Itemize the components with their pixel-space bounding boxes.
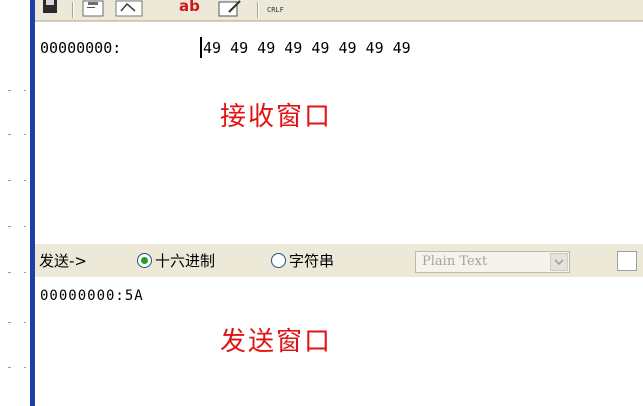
toolbar-separator [258, 2, 259, 18]
margin-mark [8, 134, 11, 135]
radio-selected-dot [141, 257, 148, 264]
margin-mark [8, 272, 11, 273]
format-select-value: Plain Text [422, 254, 488, 269]
margin-mark [24, 367, 26, 368]
send-window[interactable]: 00000000:5A 发送窗口 [35, 277, 643, 406]
margin-mark [24, 180, 26, 181]
chevron-down-icon [554, 259, 564, 266]
receive-bytes: 49 49 49 49 49 49 49 49 [203, 39, 411, 57]
format-select[interactable]: Plain Text [415, 251, 570, 273]
hex-radio[interactable] [137, 253, 152, 268]
toolbar-separator [73, 2, 74, 18]
margin-mark [8, 226, 11, 227]
send-options-bar: 发送-> 十六进制 字符串 Plain Text [35, 243, 643, 279]
ab-label: ab [179, 0, 200, 15]
send-label: 发送-> [39, 252, 87, 270]
save-icon[interactable] [41, 0, 59, 17]
font-color-icon[interactable]: ab [153, 0, 200, 17]
margin-mark [24, 272, 26, 273]
edit-icon[interactable] [215, 0, 245, 17]
toolbar: ab CRLF [35, 0, 643, 21]
margin-mark [8, 322, 11, 323]
receive-window[interactable]: 00000000: 49 49 49 49 49 49 49 49 接收窗口 [35, 21, 643, 244]
margin-mark [24, 226, 26, 227]
margin-mark [24, 90, 26, 91]
text-cursor [200, 37, 202, 58]
string-radio[interactable] [271, 253, 286, 268]
string-radio-label[interactable]: 字符串 [289, 251, 334, 271]
image-icon[interactable] [115, 0, 145, 17]
crlf-icon[interactable]: CRLF [267, 6, 284, 14]
send-window-caption: 发送窗口 [220, 327, 333, 357]
send-content: 00000000:5A [40, 288, 144, 304]
margin-mark [8, 180, 11, 181]
dropdown-button[interactable] [550, 253, 568, 271]
open-file-icon[interactable] [79, 0, 109, 17]
margin-mark [8, 367, 11, 368]
left-margin-strip [0, 0, 30, 406]
receive-address: 00000000: [40, 39, 122, 57]
receive-window-caption: 接收窗口 [220, 102, 333, 132]
margin-mark [8, 90, 11, 91]
margin-mark [24, 322, 26, 323]
hex-radio-label[interactable]: 十六进制 [155, 251, 215, 271]
margin-mark [24, 134, 26, 135]
options-checkbox[interactable] [617, 251, 637, 271]
